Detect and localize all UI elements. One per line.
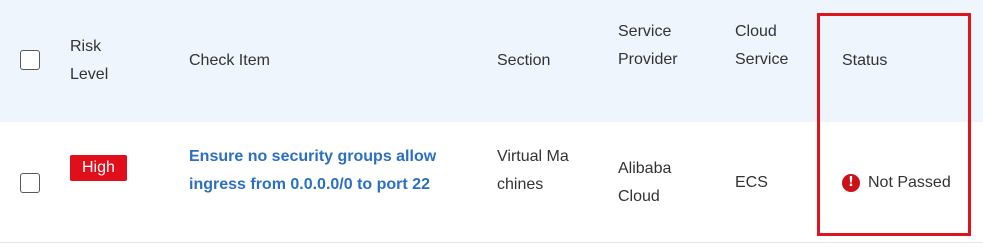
- header-risk-level[interactable]: Risk Level: [70, 33, 120, 89]
- service-provider-cell: Alibaba Cloud: [618, 160, 672, 205]
- select-all-checkbox[interactable]: [20, 50, 40, 70]
- header-section[interactable]: Section: [497, 47, 582, 75]
- exclamation-circle-icon: !: [842, 174, 860, 192]
- header-service-provider[interactable]: Service Provider: [618, 18, 686, 74]
- row-divider: [0, 242, 983, 243]
- table-row: [0, 122, 983, 242]
- header-cloud-service[interactable]: Cloud Service: [735, 18, 791, 74]
- status-cell: ! Not Passed: [842, 169, 951, 197]
- risk-level-badge: High: [70, 155, 127, 181]
- check-item-link[interactable]: Ensure no security groups allow ingress …: [189, 143, 454, 199]
- cloud-service-cell: ECS: [735, 174, 768, 191]
- row-checkbox[interactable]: [20, 173, 40, 193]
- table-header-row: [0, 0, 983, 122]
- status-label: Not Passed: [868, 174, 951, 191]
- section-cell: Virtual Machines: [497, 148, 569, 193]
- header-status[interactable]: Status: [842, 47, 962, 75]
- header-check-item[interactable]: Check Item: [189, 47, 469, 75]
